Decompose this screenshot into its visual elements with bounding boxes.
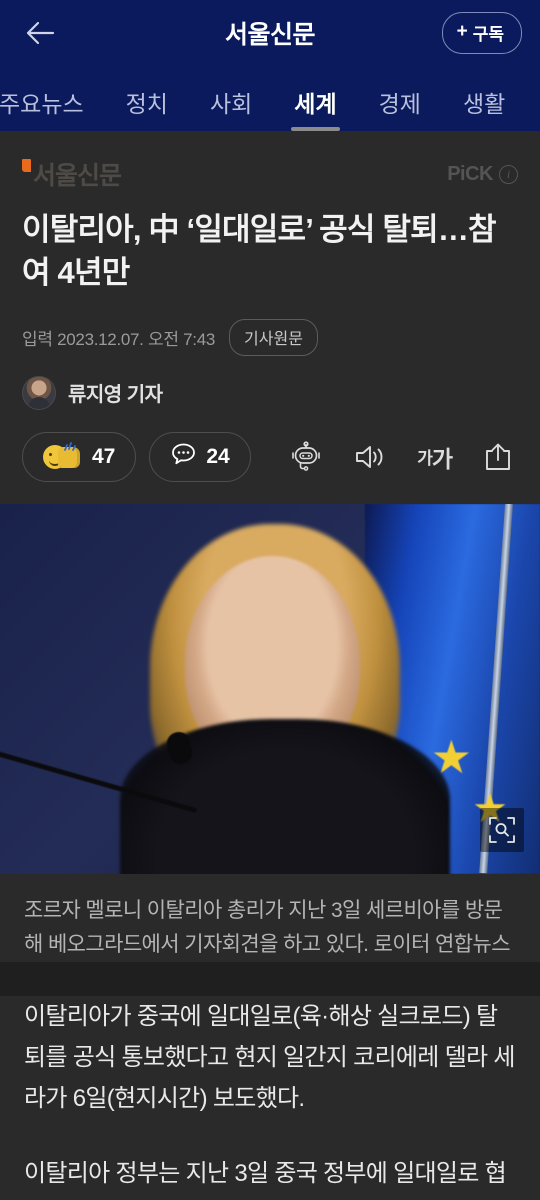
original-article-button[interactable]: 기사원문 — [229, 318, 318, 356]
article-meta-row: 입력 2023.12.07. 오전 7:43 기사원문 — [22, 318, 518, 356]
arrow-left-icon — [25, 20, 55, 46]
back-button[interactable] — [18, 11, 62, 55]
comment-count: 24 — [206, 444, 230, 468]
tab-world[interactable]: 세계 — [273, 66, 357, 131]
subscribe-button[interactable]: + 구독 — [441, 12, 522, 54]
tab-label: 정치 — [125, 91, 168, 117]
share-icon[interactable] — [482, 441, 514, 473]
publisher-logo[interactable]: 서울신문 — [22, 156, 122, 192]
image-caption: 조르자 멜로니 이탈리아 총리가 지난 3일 세르비아를 방문해 베오그라드에서… — [0, 873, 540, 962]
article-hero-image[interactable]: ★ ★ ★ — [0, 503, 540, 874]
reaction-count: 47 — [92, 444, 116, 468]
reaction-button[interactable]: 47 — [22, 431, 137, 482]
tab-economy[interactable]: 경제 — [358, 66, 442, 131]
tab-label: 경제 — [378, 91, 421, 117]
quote-mark-icon — [22, 159, 31, 172]
plus-icon: + — [456, 21, 468, 42]
body-paragraph: 이탈리아가 중국에 일대일로(육·해상 실크로드) 탈퇴를 공식 통보했다고 현… — [24, 1002, 515, 1113]
ai-robot-icon[interactable] — [289, 440, 323, 474]
publisher-name: 서울신문 — [33, 162, 122, 190]
reporter-avatar[interactable] — [22, 375, 56, 410]
category-tab-bar[interactable]: 주요뉴스 정치 사회 세계 경제 생활 IT 숏폼 — [0, 66, 540, 131]
pick-label: PiCK — [447, 162, 493, 185]
reaction-emoji-icon — [43, 441, 83, 470]
reporter-row[interactable]: 류지영 기자 — [22, 375, 518, 410]
publisher-row: 서울신문 PiCK i — [22, 153, 518, 195]
article-action-bar: 47 24 가 가 — [22, 431, 518, 504]
tab-it[interactable]: IT — [526, 66, 540, 131]
tab-life[interactable]: 생활 — [442, 66, 526, 131]
top-navigation-bar: 서울신문 + 구독 — [0, 0, 540, 66]
tab-label: 주요뉴스 — [0, 91, 84, 117]
speaker-icon[interactable] — [353, 442, 387, 472]
font-size-large-label: 가 — [431, 445, 453, 472]
tab-list: 주요뉴스 정치 사회 세계 경제 생활 IT 숏폼 — [0, 66, 540, 131]
pick-badge[interactable]: PiCK i — [447, 163, 518, 186]
tab-label: 사회 — [209, 91, 253, 117]
article-tool-icons: 가가 — [289, 440, 518, 474]
tab-society[interactable]: 사회 — [189, 66, 273, 131]
article-body: 이탈리아가 중국에 일대일로(육·해상 실크로드) 탈퇴를 공식 통보했다고 현… — [0, 995, 540, 1200]
reporter-name: 류지영 기자 — [68, 384, 163, 407]
font-size-icon[interactable]: 가가 — [417, 440, 453, 474]
body-paragraph: 이탈리아 정부는 지난 3일 중국 정부에 일대일로 협정을 갱신하지 않겠다는… — [24, 1160, 507, 1188]
article-headline: 이탈리아, 中 ‘일대일로’ 공식 탈퇴…참여 4년만 — [22, 212, 497, 290]
comment-button[interactable]: 24 — [149, 431, 251, 482]
tab-main-news[interactable]: 주요뉴스 — [0, 66, 105, 131]
comment-bubble-icon — [170, 441, 197, 472]
tab-label: 생활 — [462, 91, 506, 117]
published-time: 입력 2023.12.07. 오전 7:43 — [22, 329, 216, 349]
info-icon[interactable]: i — [499, 164, 518, 184]
image-zoom-icon[interactable] — [480, 807, 524, 852]
hero-photo: ★ ★ ★ — [0, 503, 540, 874]
tab-politics[interactable]: 정치 — [105, 66, 189, 131]
subscribe-label: 구독 — [472, 25, 504, 44]
font-size-small-label: 가 — [417, 449, 433, 469]
tab-label: 세계 — [294, 91, 337, 117]
tab-underline — [291, 127, 340, 131]
article-header: 서울신문 PiCK i 이탈리아, 中 ‘일대일로’ 공식 탈퇴…참여 4년만 … — [0, 131, 540, 504]
